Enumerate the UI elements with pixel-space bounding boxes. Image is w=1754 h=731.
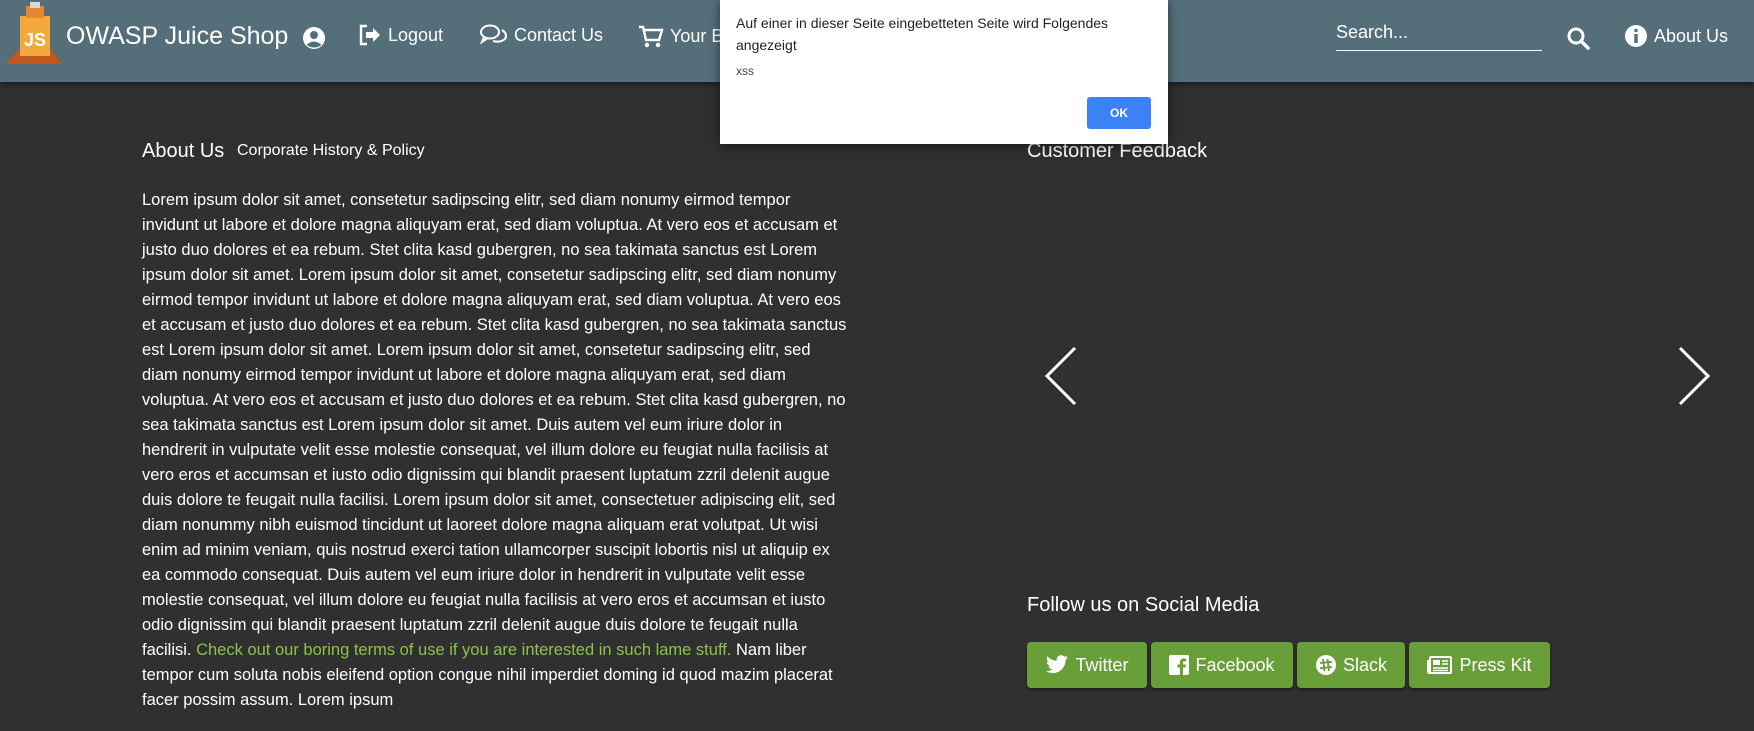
slack-button[interactable]: Slack (1297, 642, 1405, 688)
app-title[interactable]: OWASP Juice Shop (66, 22, 288, 51)
search-input[interactable] (1336, 20, 1542, 45)
about-text: Lorem ipsum dolor sit amet, consetetur s… (142, 188, 850, 713)
search-field[interactable] (1336, 20, 1542, 51)
twitter-icon (1046, 655, 1069, 673)
alert-dialog: Auf einer in dieser Seite eingebetteten … (720, 0, 1168, 144)
carousel-next-icon[interactable] (1677, 346, 1711, 406)
about-us-button[interactable]: About Us (1624, 24, 1728, 48)
logout-button[interactable]: Logout (358, 24, 443, 46)
shopping-cart-icon (639, 25, 664, 48)
about-heading: About Us (142, 140, 225, 162)
contact-us-label: Contact Us (514, 24, 604, 45)
info-icon (1625, 25, 1647, 47)
press-kit-button[interactable]: Press Kit (1409, 642, 1550, 688)
search-icon[interactable] (1566, 26, 1590, 50)
facebook-icon (1169, 655, 1190, 675)
about-text-part1: Lorem ipsum dolor sit amet, consetetur s… (142, 191, 847, 659)
dialog-message: xss (736, 64, 754, 78)
logout-label: Logout (388, 24, 444, 45)
dialog-title: Auf einer in dieser Seite eingebetteten … (736, 15, 1109, 53)
facebook-button[interactable]: Facebook (1151, 642, 1293, 688)
social-media-heading: Follow us on Social Media (1027, 594, 1260, 616)
slack-icon (1315, 655, 1336, 675)
terms-of-use-link[interactable]: Check out our boring terms of use if you… (196, 641, 731, 659)
newspaper-icon (1427, 656, 1453, 674)
about-subheading: Corporate History & Policy (237, 142, 425, 159)
carousel-prev-icon[interactable] (1044, 346, 1078, 406)
svg-text:JS: JS (24, 30, 46, 50)
slack-label: Slack (1342, 654, 1387, 675)
juice-shop-logo[interactable]: JS (4, 2, 66, 68)
logout-icon (359, 24, 380, 46)
comments-icon (480, 24, 507, 45)
contact-us-button[interactable]: Contact Us (480, 24, 603, 46)
twitter-label: Twitter (1075, 654, 1129, 675)
press-kit-label: Press Kit (1459, 654, 1532, 675)
account-icon[interactable] (302, 26, 326, 50)
twitter-button[interactable]: Twitter (1027, 642, 1147, 688)
about-us-label: About Us (1654, 25, 1729, 46)
facebook-label: Facebook (1195, 654, 1275, 675)
dialog-ok-button[interactable]: OK (1087, 97, 1151, 129)
